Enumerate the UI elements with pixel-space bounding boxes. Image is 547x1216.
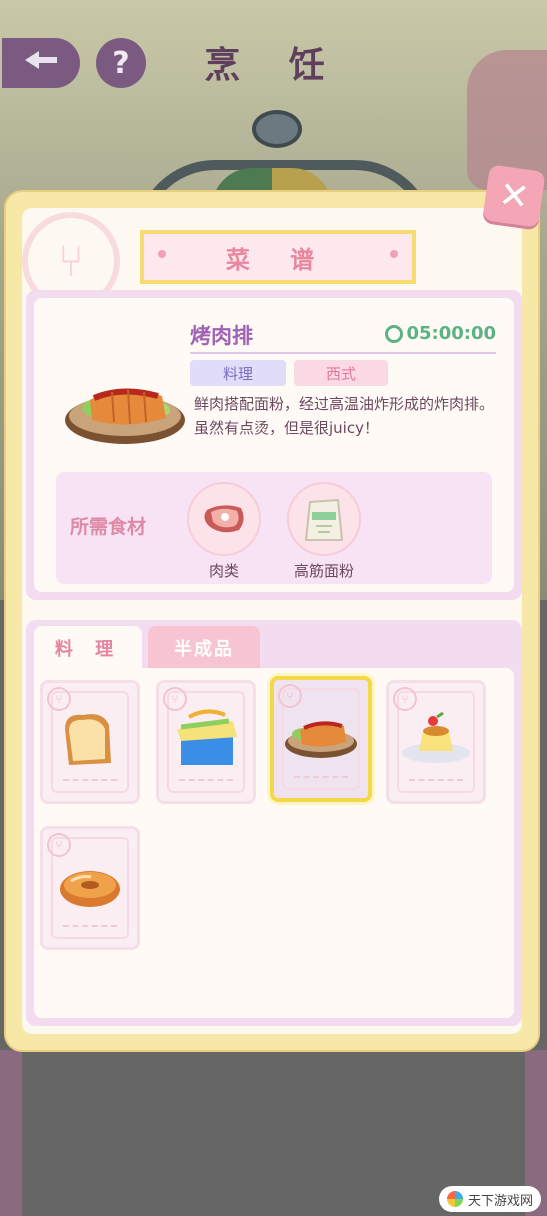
close-button[interactable]: ✕ [482,164,546,228]
ingredient-meat[interactable]: 肉类 [184,482,264,581]
banner-dot-right [390,250,398,258]
fried-cutlet-icon [282,704,360,768]
meat-icon [187,482,261,556]
tag-category: 料理 [190,360,286,386]
recipe-description: 鲜肉搭配面粉，经过高温油炸形成的炸肉排。虽然有点烫，但是很juicy！ [194,395,495,437]
side-decor-left [0,1050,22,1216]
flour-bag-icon [287,482,361,556]
site-watermark: 天下游戏网 [438,1186,541,1212]
tag-cuisine: 西式 [294,360,388,386]
name-divider [190,352,496,354]
ingredient-flour-name: 高筋面粉 [293,562,354,580]
dish-slot-bread[interactable]: ⑂ [40,680,140,804]
clock-icon [385,324,404,343]
pudding-icon [397,707,475,771]
banner-title: 菜 谱 [225,245,331,274]
fried-cutlet-icon [62,368,188,448]
donut-icon [51,853,129,917]
dish-slot-pudding[interactable]: ⑂ [386,680,486,804]
banner-dot-left [158,250,166,258]
recipe-detail-card: 烤肉排 05:00:00 料理 西式 鲜肉搭配面粉，经过高温油炸形成的炸肉排。虽… [26,290,522,600]
recipe-cook-time: 05:00:00 [385,323,496,344]
wheat-decor [63,925,117,933]
wheat-decor [179,779,233,787]
dish-slot-donut[interactable]: ⑂ [40,826,140,950]
tab-semi-finished[interactable]: 半成品 [148,626,260,670]
sandwich-box-icon [167,707,245,771]
tab-dishes[interactable]: 料 理 [34,626,142,670]
close-icon: ✕ [496,173,532,219]
site-logo-icon [446,1191,463,1207]
ingredients-section: 所需食材 肉类 高筋面粉 [56,472,492,584]
wheat-decor [63,779,117,787]
wheat-decor [409,779,463,787]
ingredients-label: 所需食材 [70,516,147,538]
pot-knob [252,110,302,148]
watermark-text: 天下游戏网 [467,1193,533,1209]
dish-slot-cutlet[interactable]: ⑂ [270,676,372,802]
wheat-decor [294,776,348,784]
bread-loaf-icon [51,707,129,771]
screen-title: 烹 饪 [204,45,343,86]
dish-slot-sandwich[interactable]: ⑂ [156,680,256,804]
recipe-detail-inner: 烤肉排 05:00:00 料理 西式 鲜肉搭配面粉，经过高温油炸形成的炸肉排。虽… [34,298,514,592]
dish-grid: ⑂ ⑂ ⑂ ⑂ ⑂ [34,668,514,1018]
ingredient-meat-name: 肉类 [208,562,239,580]
recipe-name: 烤肉排 [190,324,253,348]
recipe-time-value: 05:00:00 [406,323,496,344]
dish-list-box: 料 理 半成品 ⑂ ⑂ ⑂ ⑂ ⑂ [26,620,522,1026]
recipe-banner: 菜 谱 [140,230,416,284]
ingredient-flour[interactable]: 高筋面粉 [284,482,364,581]
